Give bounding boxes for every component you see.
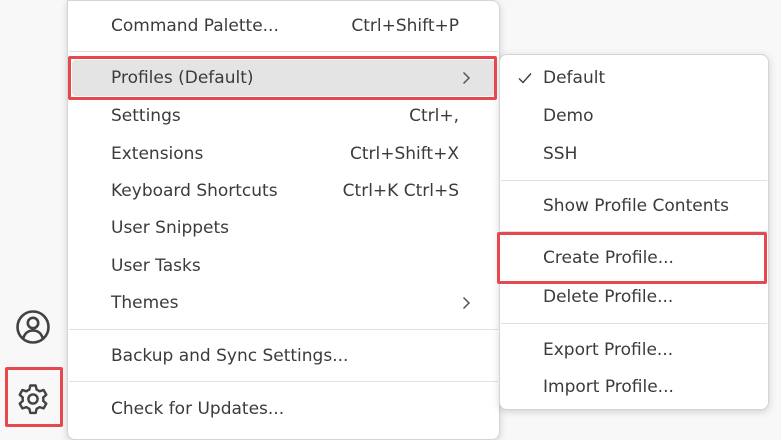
manage-menu: Command Palette... Ctrl+Shift+P Profiles… [67,0,500,440]
show-profile-contents-item[interactable]: Show Profile Contents [504,188,764,224]
profile-item-label: Demo [543,106,594,126]
profile-item-ssh[interactable]: SSH [504,136,764,172]
create-profile-item[interactable]: Create Profile... [504,240,764,276]
menu-item-label: Extensions [111,144,204,164]
menu-separator [69,381,498,382]
menu-item-label: Import Profile... [543,377,674,397]
menu-item-label: Delete Profile... [543,287,674,307]
accounts-button[interactable] [6,300,60,354]
menu-separator [69,329,498,330]
menu-item-themes[interactable]: Themes [72,285,495,321]
menu-item-settings[interactable]: Settings Ctrl+, [72,98,495,134]
menu-separator [501,180,767,181]
menu-item-check-updates[interactable]: Check for Updates... [72,391,495,427]
menu-item-user-tasks[interactable]: User Tasks [72,248,495,284]
menu-item-label: Backup and Sync Settings... [111,346,349,366]
menu-item-label: Themes [111,293,179,313]
menu-item-label: Create Profile... [543,248,674,268]
profiles-submenu: Default Demo SSH Show Profile Contents C… [499,54,769,410]
menu-item-label: Profiles (Default) [111,68,254,88]
profile-item-label: SSH [543,144,578,164]
menu-item-keybinding: Ctrl+Shift+P [351,16,459,36]
delete-profile-item[interactable]: Delete Profile... [504,279,764,315]
menu-item-backup-sync[interactable]: Backup and Sync Settings... [72,338,495,374]
profile-item-label: Default [543,68,606,88]
activity-bar [0,0,66,431]
menu-item-label: Keyboard Shortcuts [111,181,278,201]
menu-item-label: Settings [111,106,181,126]
menu-item-label: Export Profile... [543,340,674,360]
gear-icon [18,384,48,415]
menu-item-label: User Tasks [111,256,201,276]
menu-separator [501,323,767,324]
chevron-right-icon [462,296,471,310]
menu-item-keyboard-shortcuts[interactable]: Keyboard Shortcuts Ctrl+K Ctrl+S [72,173,495,209]
menu-separator [69,51,498,52]
menu-separator [501,231,767,232]
menu-item-keybinding: Ctrl+Shift+X [349,144,459,164]
menu-item-command-palette[interactable]: Command Palette... Ctrl+Shift+P [72,8,495,44]
menu-item-keybinding: Ctrl+K Ctrl+S [342,181,459,201]
menu-item-user-snippets[interactable]: User Snippets [72,210,495,246]
menu-item-label: Show Profile Contents [543,196,730,216]
menu-item-extensions[interactable]: Extensions Ctrl+Shift+X [72,136,495,172]
export-profile-item[interactable]: Export Profile... [504,332,764,368]
menu-item-profiles[interactable]: Profiles (Default) [72,60,495,96]
manage-button[interactable] [6,370,60,424]
import-profile-item[interactable]: Import Profile... [504,369,764,405]
profile-item-demo[interactable]: Demo [504,98,764,134]
menu-item-label: Command Palette... [111,16,279,36]
menu-item-label: Check for Updates... [111,399,285,419]
account-circle-icon [16,310,50,344]
chevron-right-icon [462,71,471,85]
checkmark-icon [518,73,532,84]
profile-item-default[interactable]: Default [504,60,764,96]
menu-item-label: User Snippets [111,218,230,238]
menu-item-keybinding: Ctrl+, [409,106,459,126]
